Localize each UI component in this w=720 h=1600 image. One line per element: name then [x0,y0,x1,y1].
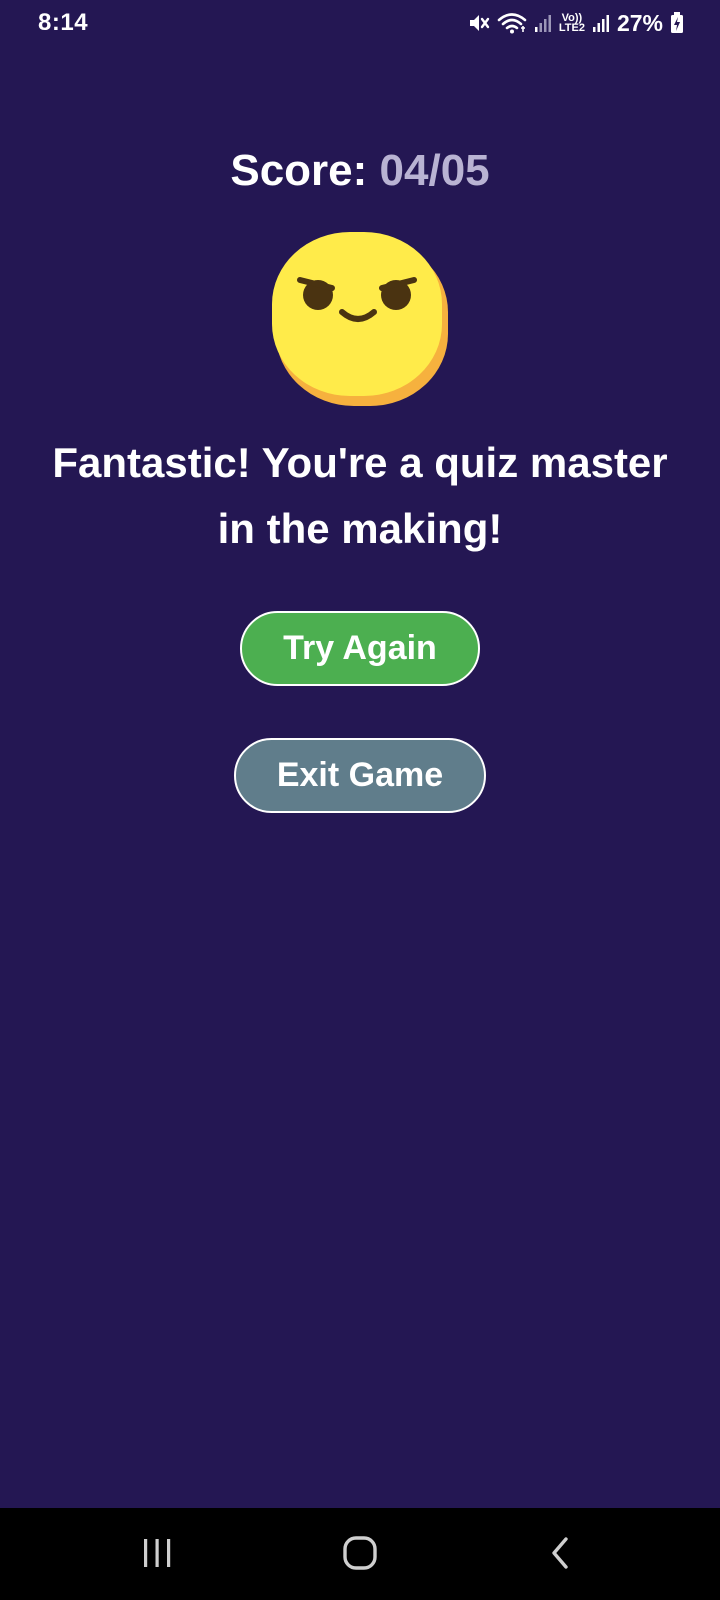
try-again-button[interactable]: Try Again [240,611,480,686]
battery-percent: 27% [616,9,663,36]
recents-icon [140,1537,174,1574]
wifi-icon [497,12,527,34]
exit-game-button[interactable]: Exit Game [234,738,486,813]
result-message: Fantastic! You're a quiz master in the m… [52,439,668,552]
signal-icon [592,13,610,33]
signal-icon [534,13,552,33]
score-display: Score: 04/05 [0,146,720,196]
score-label: Score: [230,146,368,195]
battery-charging-icon [670,12,684,34]
back-icon [548,1536,572,1575]
back-button[interactable] [530,1530,590,1580]
quiz-result-screen: 8:14 Vo)) LTE2 27% Score: 04/05 Fantasti… [0,0,720,1600]
home-button[interactable] [330,1530,390,1580]
lte2-label: LTE2 [558,22,585,34]
navigation-bar [0,1508,720,1600]
status-icons: Vo)) LTE2 27% [468,10,684,37]
smirk-emoji-icon [270,230,450,408]
mute-icon [468,12,490,34]
status-bar: 8:14 Vo)) LTE2 27% [0,0,720,46]
lte-indicator: Vo)) LTE2 [558,13,585,34]
score-value: 04/05 [379,146,490,195]
recents-button[interactable] [127,1530,187,1580]
home-icon [342,1535,378,1576]
status-time: 8:14 [38,9,89,36]
